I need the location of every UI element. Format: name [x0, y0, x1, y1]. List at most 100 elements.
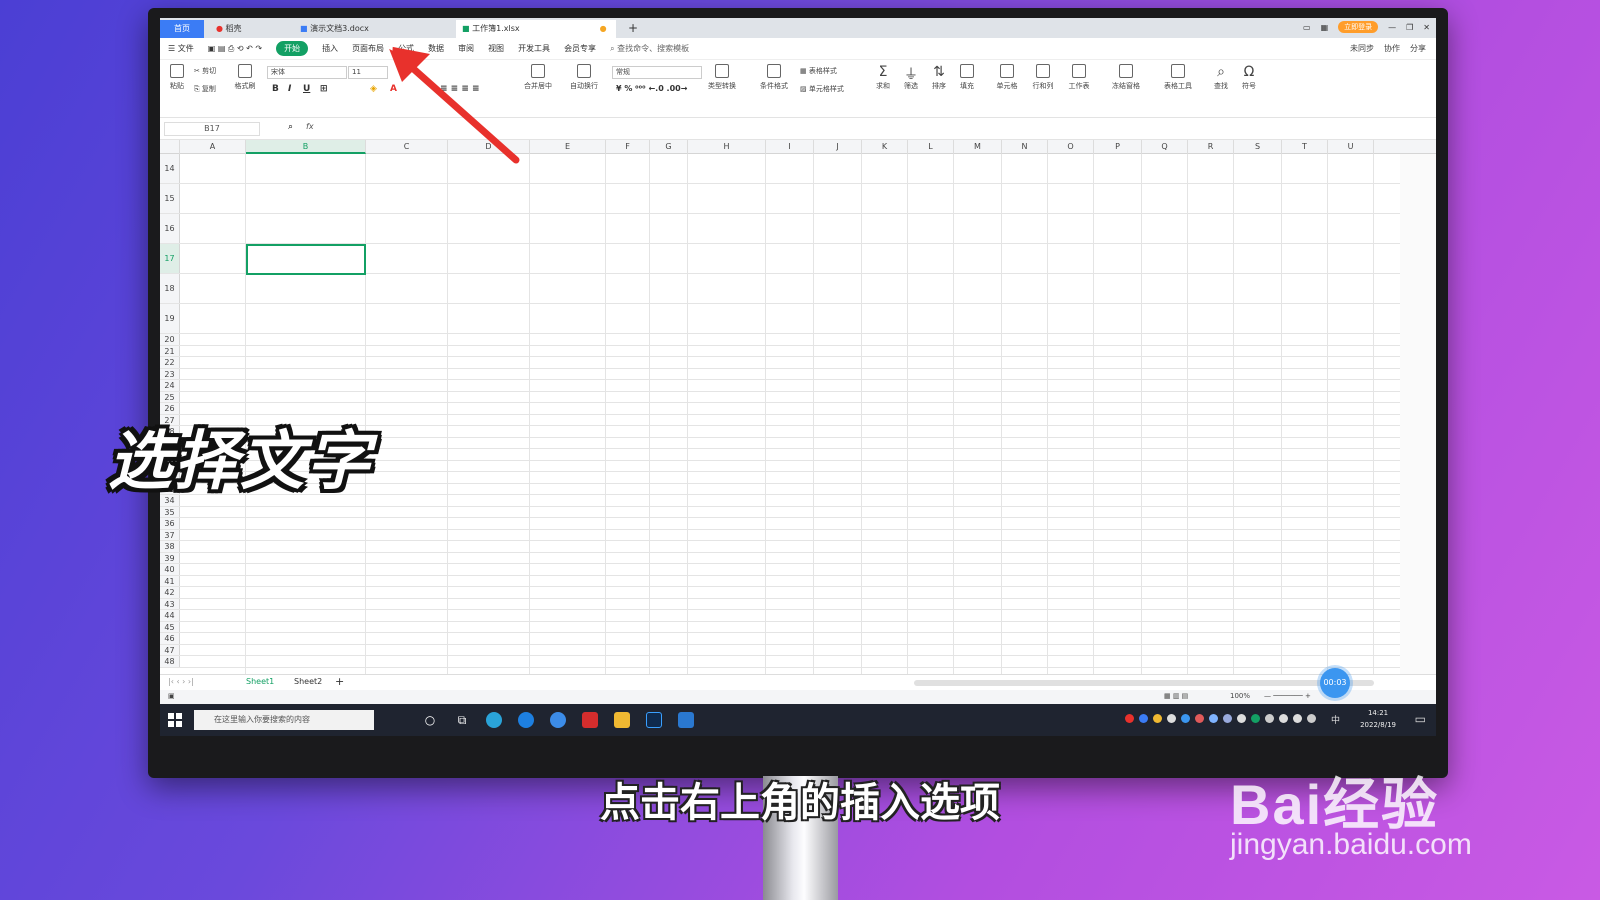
minimize-icon[interactable]: — — [1388, 23, 1396, 32]
task-view-icon[interactable]: ⧉ — [454, 712, 470, 728]
paste-button[interactable]: 粘贴 — [166, 64, 188, 91]
sort-button[interactable]: ⇅ 排序 — [928, 64, 950, 91]
quick-access-icons[interactable]: ▣ ▤ ⎙ ⟲ ↶ ↷ — [208, 44, 262, 54]
row-header[interactable]: 42 — [160, 587, 180, 598]
row-header[interactable]: 44 — [160, 610, 180, 621]
tab-start[interactable]: 开始 — [276, 41, 309, 56]
table-row[interactable]: 25 — [160, 391, 1400, 403]
close-icon[interactable]: ✕ — [1423, 23, 1430, 32]
table-row[interactable]: 36 — [160, 518, 1400, 530]
command-search[interactable]: ⌕ 查找命令、搜索模板 — [610, 43, 689, 54]
share-button[interactable]: 分享 — [1410, 43, 1426, 54]
table-row[interactable]: 41 — [160, 575, 1400, 587]
row-header[interactable]: 41 — [160, 575, 180, 586]
table-row[interactable]: 23 — [160, 368, 1400, 380]
table-row[interactable]: 43 — [160, 598, 1400, 610]
apps-icon[interactable]: ▦ — [1321, 23, 1329, 32]
row-header[interactable]: 48 — [160, 656, 180, 667]
column-header[interactable]: F — [606, 140, 650, 154]
worksheet-button[interactable]: 工作表 — [1064, 64, 1094, 91]
table-row[interactable]: 45 — [160, 621, 1400, 633]
row-header[interactable]: 35 — [160, 506, 180, 517]
file-explorer-icon[interactable] — [614, 712, 630, 728]
table-row[interactable]: 47 — [160, 644, 1400, 656]
column-header[interactable]: A — [180, 140, 246, 154]
column-header[interactable]: K — [862, 140, 908, 154]
zoom-slider[interactable]: — ─────── + — [1264, 692, 1311, 700]
font-family-select[interactable]: 宋体 — [267, 66, 347, 79]
column-header[interactable]: I — [766, 140, 814, 154]
table-row[interactable]: 20 — [160, 334, 1400, 346]
zoom-level[interactable]: 100% — [1230, 692, 1250, 700]
column-header[interactable]: O — [1048, 140, 1094, 154]
column-header[interactable]: E — [530, 140, 606, 154]
cortana-icon[interactable]: ○ — [422, 712, 438, 728]
sogou-icon[interactable] — [550, 712, 566, 728]
fill-button[interactable]: 填充 — [956, 64, 978, 91]
table-row[interactable]: 48 — [160, 656, 1400, 668]
collaborate-button[interactable]: 协作 — [1384, 43, 1400, 54]
table-row[interactable]: 40 — [160, 564, 1400, 576]
row-header[interactable]: 21 — [160, 345, 180, 356]
cell-style-button[interactable]: ▨ 单元格样式 — [800, 84, 860, 94]
browser-icon[interactable] — [486, 712, 502, 728]
column-header[interactable]: J — [814, 140, 862, 154]
horizontal-scrollbar[interactable] — [914, 680, 1374, 686]
copy-button[interactable]: ⎘ 复制 — [194, 84, 228, 94]
sheet-nav-arrows[interactable]: |‹ ‹ › ›| — [168, 677, 194, 686]
table-row[interactable]: 22 — [160, 357, 1400, 369]
table-row[interactable]: 18 — [160, 274, 1400, 304]
sync-status[interactable]: 未同步 — [1350, 43, 1374, 54]
column-header[interactable]: S — [1234, 140, 1282, 154]
table-row[interactable]: 38 — [160, 541, 1400, 553]
sheet-tab-1[interactable]: Sheet1 — [246, 677, 274, 686]
ime-indicator[interactable]: 中 — [1331, 713, 1340, 726]
cell-button[interactable]: 单元格 — [992, 64, 1022, 91]
table-row[interactable]: 21 — [160, 345, 1400, 357]
row-header[interactable]: 38 — [160, 541, 180, 552]
freeze-panes-button[interactable]: 冻结窗格 — [1106, 64, 1146, 91]
border-button[interactable]: ⊞ — [320, 84, 328, 94]
file-menu[interactable]: ☰ 文件 — [168, 43, 194, 54]
add-sheet-button[interactable]: + — [335, 675, 344, 688]
fx-icon[interactable]: fx — [306, 122, 314, 131]
taskbar-clock[interactable]: 14:21 2022/8/19 — [1360, 707, 1396, 731]
table-row[interactable]: 24 — [160, 380, 1400, 392]
table-row[interactable]: 39 — [160, 552, 1400, 564]
selected-cell[interactable] — [246, 244, 366, 275]
row-header[interactable]: 25 — [160, 391, 180, 402]
table-row[interactable]: 15 — [160, 184, 1400, 214]
filter-button[interactable]: ⏚ 筛选 — [900, 64, 922, 91]
edge-icon[interactable] — [518, 712, 534, 728]
new-tab-button[interactable]: + — [622, 20, 638, 38]
column-header[interactable]: T — [1282, 140, 1328, 154]
table-row[interactable]: 44 — [160, 610, 1400, 622]
number-format-buttons[interactable]: ¥ % ⁰⁰⁰ ←.0 .00→ — [616, 84, 687, 93]
restore-icon[interactable]: ❐ — [1406, 23, 1413, 32]
wps-icon[interactable] — [582, 712, 598, 728]
table-row[interactable]: 35 — [160, 506, 1400, 518]
row-header[interactable]: 43 — [160, 598, 180, 609]
vertical-scrollbar[interactable] — [1400, 154, 1436, 674]
find-button[interactable]: ⌕ 查找 — [1210, 64, 1232, 91]
sheet-tab-2[interactable]: Sheet2 — [294, 677, 322, 686]
table-style-button[interactable]: ▦ 表格样式 — [800, 66, 860, 76]
row-header[interactable]: 22 — [160, 357, 180, 368]
photoshop-icon[interactable] — [646, 712, 662, 728]
column-header[interactable]: L — [908, 140, 954, 154]
row-col-button[interactable]: 行和列 — [1028, 64, 1058, 91]
tab-home[interactable]: 首页 — [160, 20, 204, 38]
row-header[interactable]: 14 — [160, 154, 180, 183]
row-header[interactable]: 17 — [160, 244, 180, 273]
taskbar-search[interactable]: 在这里输入你要搜索的内容 — [194, 710, 374, 730]
name-box[interactable]: B17 — [164, 122, 260, 136]
column-header[interactable]: U — [1328, 140, 1374, 154]
tab-insert[interactable]: 插入 — [322, 43, 338, 54]
column-header[interactable]: G — [650, 140, 688, 154]
row-header[interactable]: 24 — [160, 380, 180, 391]
windows-start-icon[interactable] — [168, 713, 182, 727]
tab-document[interactable]: ■ 演示文档3.docx — [294, 20, 454, 38]
table-row[interactable]: 42 — [160, 587, 1400, 599]
select-all-corner[interactable] — [160, 140, 180, 154]
column-header[interactable]: R — [1188, 140, 1234, 154]
